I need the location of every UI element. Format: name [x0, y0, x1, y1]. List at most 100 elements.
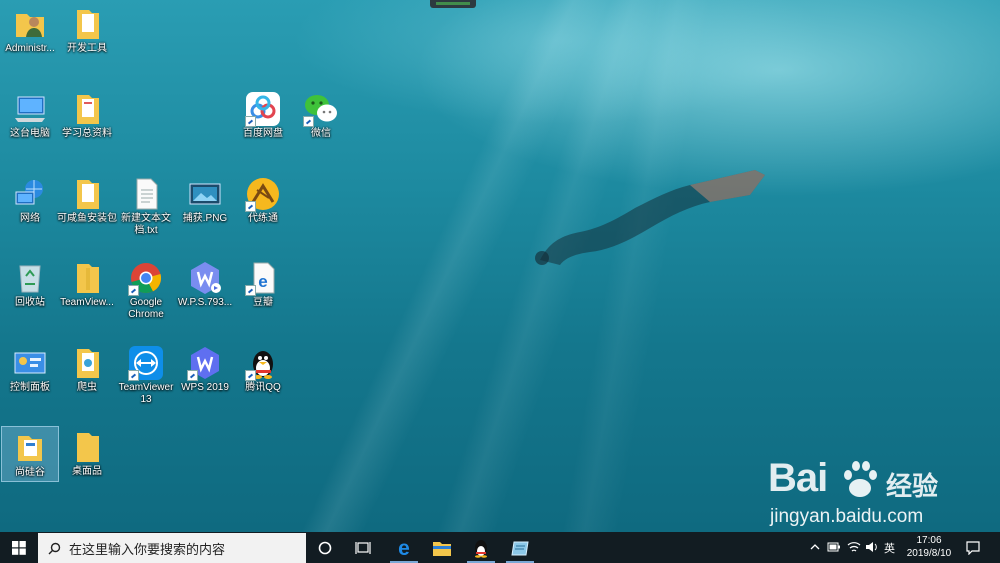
desktop-icon-wps-installer[interactable]: W.P.S.793...: [176, 257, 234, 313]
cortana-button[interactable]: [307, 532, 343, 563]
desktop[interactable]: Administr... 这台电脑 网络 回收站 控制面板 尚硅谷 开发工具 学…: [0, 0, 1000, 532]
qq-icon: [475, 539, 487, 558]
desktop-icon-crawler[interactable]: 爬虫: [58, 342, 116, 398]
volume-icon[interactable]: [865, 540, 879, 554]
network-icon: [12, 176, 48, 212]
cortana-circle-icon: [318, 541, 332, 554]
dailiantong-icon: [245, 176, 281, 212]
desktop-icon-new-text-file[interactable]: 新建文本文 档.txt: [117, 173, 175, 236]
desktop-icon-label: TeamViewer 13: [118, 382, 174, 405]
desktop-icon-wechat[interactable]: 微信: [292, 88, 350, 144]
desktop-icon-capture-png[interactable]: 捕获.PNG: [176, 173, 234, 229]
desktop-icon-label: 桌面品: [72, 466, 102, 477]
windows-logo-icon: [12, 540, 26, 555]
chevron-up-icon[interactable]: [810, 542, 820, 552]
desktop-icon-dailiantong[interactable]: 代练通: [234, 173, 292, 229]
desktop-icon-wps-2019[interactable]: WPS 2019: [176, 342, 234, 398]
system-clock[interactable]: 17:06 2019/8/10: [902, 534, 956, 560]
teamviewer-icon: [128, 345, 164, 381]
desktop-icon-label: 百度网盘: [243, 128, 283, 139]
shortcut-arrow-icon: [245, 201, 256, 212]
desktop-icon-label: WPS 2019: [181, 382, 229, 393]
task-view-button[interactable]: [345, 532, 381, 563]
folder-icon: [69, 345, 105, 381]
image-file-icon: [187, 176, 223, 212]
svg-text:e: e: [398, 538, 410, 558]
desktop-icon-network[interactable]: 网络: [1, 173, 59, 229]
clock-date: 2019/8/10: [906, 548, 952, 559]
folder-icon: [69, 260, 105, 296]
desktop-icon-zhuomianpin[interactable]: 桌面品: [58, 426, 116, 482]
desktop-icon-xianyu-installers[interactable]: 可咸鱼安装包: [57, 173, 117, 229]
desktop-icon-label: 可咸鱼安装包: [57, 213, 117, 224]
edge-icon: e: [245, 260, 281, 296]
taskbar: 在这里输入你要搜索的内容 e 英 17:06 2019/8/10: [0, 532, 1000, 563]
ime-indicator[interactable]: 英: [884, 540, 895, 556]
shortcut-arrow-icon: [128, 285, 139, 296]
desktop-icon-label: 新建文本文 档.txt: [121, 213, 171, 236]
notification-icon[interactable]: [966, 541, 980, 555]
desktop-icon-label: 代练通: [248, 213, 278, 224]
svg-text:e: e: [258, 272, 267, 291]
floating-toolbar[interactable]: [430, 0, 476, 8]
qq-icon: [245, 345, 281, 381]
battery-icon[interactable]: [827, 541, 841, 553]
folder-icon: [69, 91, 105, 127]
desktop-icon-teamviewer-13[interactable]: TeamViewer 13: [117, 342, 175, 405]
taskbar-qq[interactable]: [463, 532, 499, 563]
desktop-icon-tencent-qq[interactable]: 腾讯QQ: [234, 342, 292, 398]
start-button[interactable]: [0, 532, 38, 563]
folder-icon: [12, 430, 48, 466]
wechat-icon: [303, 91, 339, 127]
recycle-bin-icon: [12, 260, 48, 296]
desktop-icon-label: Google Chrome: [128, 297, 164, 320]
chrome-icon: [128, 260, 164, 296]
desktop-icon-google-chrome[interactable]: Google Chrome: [117, 257, 175, 320]
desktop-icon-control-panel[interactable]: 控制面板: [1, 342, 59, 398]
shortcut-arrow-icon: [187, 370, 198, 381]
desktop-icon-label: W.P.S.793...: [177, 297, 233, 308]
desktop-icon-administrator[interactable]: Administr...: [1, 3, 59, 59]
app-window-icon: [511, 541, 529, 555]
computer-icon: [12, 91, 48, 127]
desktop-icon-label: 微信: [311, 128, 331, 139]
taskbar-edge[interactable]: e: [386, 532, 422, 563]
desktop-icon-shangguigu[interactable]: 尚硅谷: [1, 426, 59, 482]
desktop-icon-douban[interactable]: e 豆瓣: [234, 257, 292, 313]
search-icon: [48, 542, 61, 554]
text-file-icon: [128, 176, 164, 212]
desktop-icon-teamviewer-folder[interactable]: TeamView...: [58, 257, 116, 313]
desktop-icon-this-pc[interactable]: 这台电脑: [1, 88, 59, 144]
control-panel-icon: [12, 345, 48, 381]
desktop-icon-recycle-bin[interactable]: 回收站: [1, 257, 59, 313]
desktop-icon-label: 豆瓣: [253, 297, 273, 308]
desktop-icon-label: 学习总资料: [62, 128, 112, 139]
clock-time: 17:06: [916, 535, 942, 546]
folder-icon: [69, 429, 105, 465]
taskbar-file-explorer[interactable]: [424, 532, 460, 563]
desktop-icon-label: 腾讯QQ: [245, 382, 281, 393]
folder-icon: [69, 176, 105, 212]
desktop-icon-dev-tools[interactable]: 开发工具: [58, 3, 116, 59]
wifi-icon[interactable]: [847, 540, 861, 554]
wps-icon: [187, 345, 223, 381]
user-folder-icon: [12, 6, 48, 42]
watermark-suffix: 经验: [886, 471, 939, 501]
desktop-icon-study-materials[interactable]: 学习总资料: [58, 88, 116, 144]
baidu-netdisk-icon: [245, 91, 281, 127]
edge-icon: e: [398, 538, 410, 558]
baidu-paw-icon: [844, 461, 877, 497]
taskbar-app-window[interactable]: [502, 532, 538, 563]
shortcut-arrow-icon: [128, 370, 139, 381]
watermark-url: jingyan.baidu.com: [770, 506, 924, 527]
desktop-icon-baidu-netdisk[interactable]: 百度网盘: [234, 88, 292, 144]
desktop-icon-label: 开发工具: [67, 43, 107, 54]
folder-icon: [433, 541, 451, 556]
folder-icon: [69, 6, 105, 42]
desktop-icon-label: 爬虫: [77, 382, 97, 393]
watermark-brand: Bai: [768, 456, 828, 500]
task-view-icon: [355, 541, 371, 554]
desktop-icon-label: TeamView...: [60, 297, 114, 308]
taskbar-search-box[interactable]: 在这里输入你要搜索的内容: [38, 533, 306, 563]
wallpaper-diver: [535, 170, 765, 265]
